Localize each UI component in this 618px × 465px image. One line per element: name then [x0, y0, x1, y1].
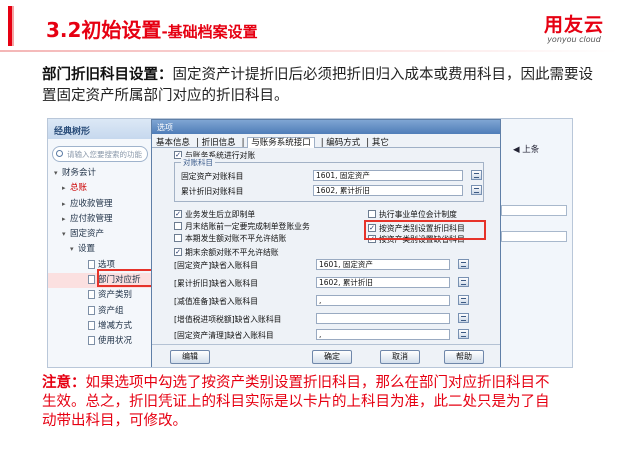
nav-pane-title: 经典树形: [48, 119, 152, 139]
default-account-label: [增值税进项税额]缺省入账科目: [174, 315, 282, 324]
help-button[interactable]: 帮助: [444, 350, 484, 364]
dialog-tabs: 基本信息 | 折旧信息 | 与账务系统接口 | 编码方式 | 其它: [152, 134, 500, 148]
tree-item[interactable]: ▸ 应付款管理: [48, 212, 152, 227]
expand-icon: ▾: [54, 169, 58, 177]
tab-ledger-interface[interactable]: 与账务系统接口: [247, 137, 315, 148]
dialog-body: ✓ 与账务系统进行对账 对账科目 固定资产对账科目 1601, 固定资产 累计折旧…: [152, 148, 500, 344]
document-icon: [88, 275, 95, 285]
immediate-checkbox[interactable]: ✓: [174, 210, 182, 218]
tab-depreciation[interactable]: 折旧信息: [202, 138, 236, 148]
group-label: 对账科目: [181, 157, 215, 168]
header-divider: [0, 50, 618, 52]
expand-icon: ▾: [70, 245, 74, 254]
dialog-title: 选项: [152, 120, 500, 134]
tree-item[interactable]: ▾ 财务会计: [48, 166, 152, 181]
lookup-icon[interactable]: [458, 259, 469, 269]
function-tree: ▾ 财务会计 ▸ 总账 ▸ 应收款管理 ▸ 应付款管理 ▾ 固定资产 ▾ 设置 选项 部门对…: [48, 166, 152, 350]
tab-other[interactable]: 其它: [372, 138, 389, 148]
tree-item[interactable]: ▾ 设置: [48, 242, 152, 257]
ok-button[interactable]: 确定: [312, 350, 352, 364]
note-paragraph: 注意：如果选项中勾选了按资产类别设置折旧科目，那么在部门对应折旧科目不生效。总之…: [42, 374, 557, 431]
intro-paragraph: 部门折旧科目设置：固定资产计提折旧后必须把折旧归入成本或费用科目，因此需要设置固…: [42, 65, 602, 107]
nav-prev-link[interactable]: ◀ 上条: [513, 143, 539, 155]
dep-account-label: 累计折旧对账科目: [181, 187, 244, 196]
software-screenshot: 经典树形 请输入您要搜索的功能 ▾ 财务会计 ▸ 总账 ▸ 应收款管理 ▸ 应付款管理 …: [47, 118, 573, 368]
default-account-label: [固定资产清理]缺省入账科目: [174, 331, 274, 340]
note-heading: 注意：: [42, 375, 86, 391]
dialog-footer: 编辑 确定 取消 帮助: [152, 344, 500, 367]
public-checkbox[interactable]: [368, 210, 376, 218]
lookup-icon[interactable]: [458, 295, 469, 305]
collapse-icon: ▸: [62, 199, 66, 208]
document-icon: [88, 290, 95, 300]
tree-item[interactable]: 增减方式: [48, 319, 152, 334]
month-end-checkbox[interactable]: [174, 222, 182, 230]
document-icon: [88, 259, 95, 269]
slide-header: 3.2初始设置-基础档案设置 用友云 yonyou cloud: [0, 0, 618, 52]
collapse-icon: ▸: [62, 184, 66, 193]
lookup-icon[interactable]: [458, 277, 469, 287]
slide-title: 3.2初始设置-基础档案设置: [46, 18, 258, 42]
dep-account-input[interactable]: 1602, 累计折旧: [313, 185, 463, 196]
highlight-box: [97, 269, 159, 287]
document-icon: [88, 320, 95, 330]
tree-item[interactable]: 资产组: [48, 304, 152, 319]
default-account-input[interactable]: 1602, 累计折旧: [316, 277, 450, 288]
account-group: 对账科目 固定资产对账科目 1601, 固定资产 累计折旧对账科目 1602, …: [174, 157, 484, 202]
asset-account-label: 固定资产对账科目: [181, 172, 244, 181]
month-end-option: 月末结账前一定要完成制单登账业务: [174, 221, 310, 232]
card-field[interactable]: [501, 205, 567, 216]
default-account-label: [累计折旧]缺省入账科目: [174, 279, 259, 288]
default-account-input[interactable]: [316, 313, 450, 324]
default-account-label: [固定资产]缺省入账科目: [174, 261, 259, 270]
highlight-box: [364, 220, 486, 240]
edit-button[interactable]: 编辑: [170, 350, 210, 364]
note-text: 如果选项中勾选了按资产类别设置折旧科目，那么在部门对应折旧科目不生效。总之，折旧…: [42, 375, 550, 429]
default-account-input[interactable]: ,: [316, 295, 450, 306]
function-search-input[interactable]: 请输入您要搜索的功能: [52, 146, 148, 162]
navigation-pane: 经典树形 请输入您要搜索的功能 ▾ 财务会计 ▸ 总账 ▸ 应收款管理 ▸ 应付款管理 …: [48, 119, 159, 367]
header-accent-bar: [8, 6, 26, 46]
lookup-icon[interactable]: [458, 313, 469, 323]
default-account-input[interactable]: ,: [316, 329, 450, 340]
tree-item[interactable]: ▸ 总账: [48, 181, 152, 196]
card-field[interactable]: [501, 231, 567, 242]
brand-logo: 用友云 yonyou cloud: [544, 10, 604, 44]
lookup-icon[interactable]: [458, 329, 469, 339]
tab-basic-info[interactable]: 基本信息: [156, 138, 190, 148]
public-option: 执行事业单位会计制度: [368, 209, 457, 220]
cancel-button[interactable]: 取消: [380, 350, 420, 364]
default-account-input[interactable]: 1601, 固定资产: [316, 259, 450, 270]
document-icon: [88, 336, 95, 346]
search-icon: [56, 150, 63, 157]
asset-account-input[interactable]: 1601, 固定资产: [313, 170, 463, 181]
lookup-icon[interactable]: [471, 170, 482, 180]
tree-item[interactable]: ▾ 固定资产: [48, 227, 152, 242]
lookup-icon[interactable]: [471, 185, 482, 195]
options-dialog: 选项 基本信息 | 折旧信息 | 与账务系统接口 | 编码方式 | 其它 ✓ 与账务系统进…: [151, 119, 501, 367]
period-end-checkbox[interactable]: ✓: [174, 248, 182, 256]
immediate-option: ✓ 业务发生后立即制单: [174, 210, 256, 219]
imbalance-option: 本期发生额对账不平允许结账: [174, 233, 286, 244]
tree-item[interactable]: ▸ 应收款管理: [48, 197, 152, 212]
tree-item[interactable]: 使用状况: [48, 334, 152, 349]
collapse-icon: ▸: [62, 214, 66, 223]
logo-subtext: yonyou cloud: [547, 35, 601, 44]
tab-coding[interactable]: 编码方式: [326, 138, 360, 148]
expand-icon: ▾: [62, 230, 66, 239]
imbalance-checkbox[interactable]: [174, 234, 182, 242]
intro-heading: 部门折旧科目设置：: [42, 67, 173, 83]
slide-subtitle: -基础档案设置: [161, 23, 258, 41]
tree-item[interactable]: 资产类别: [48, 288, 152, 303]
default-account-label: [减值准备]缺省入账科目: [174, 297, 259, 306]
document-icon: [88, 305, 95, 315]
logo-text: 用友云: [543, 14, 604, 36]
period-end-option: ✓ 期末余额对账不平允许结账: [174, 248, 279, 257]
